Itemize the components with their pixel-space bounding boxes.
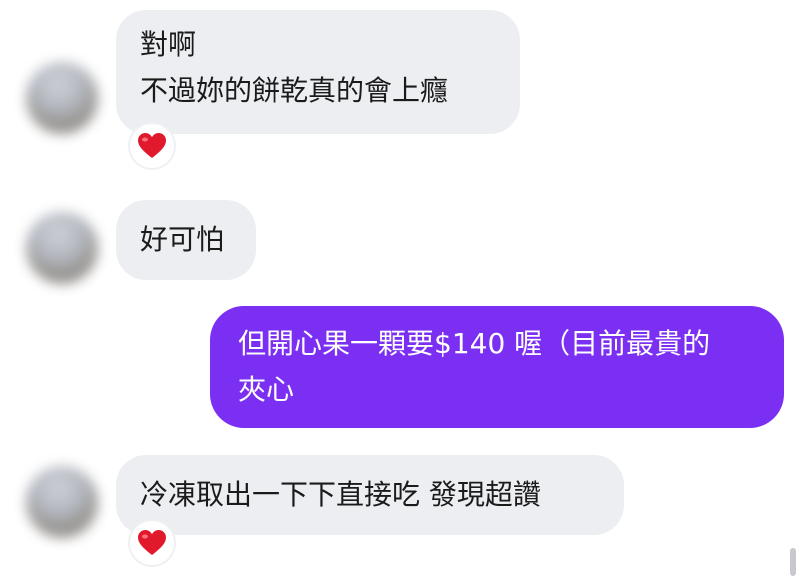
message-text: 冷凍取出一下下直接吃 發現超讚 bbox=[140, 478, 541, 511]
message-text: 夾心 bbox=[238, 373, 295, 406]
message-bubble-incoming[interactable]: 對啊 不過妳的餅乾真的會上癮 bbox=[116, 10, 520, 134]
message-bubble-incoming[interactable]: 冷凍取出一下下直接吃 發現超讚 bbox=[116, 455, 624, 535]
heart-reaction[interactable] bbox=[130, 124, 174, 168]
contact-avatar[interactable] bbox=[26, 212, 98, 284]
heart-icon bbox=[138, 133, 166, 158]
scrollbar-thumb[interactable] bbox=[790, 548, 796, 576]
message-text: 不過妳的餅乾真的會上癮 bbox=[140, 74, 449, 107]
message-text: 但開心果一顆要$140 喔（目前最貴的 bbox=[238, 327, 711, 360]
heart-reaction[interactable] bbox=[130, 521, 174, 565]
heart-icon bbox=[138, 530, 166, 555]
message-bubble-incoming[interactable]: 好可怕 bbox=[116, 200, 256, 280]
message-text: 好可怕 bbox=[140, 223, 225, 256]
contact-avatar[interactable] bbox=[26, 466, 98, 538]
message-bubble-outgoing[interactable]: 但開心果一顆要$140 喔（目前最貴的 夾心 bbox=[210, 306, 784, 428]
message-text: 對啊 bbox=[140, 28, 197, 61]
contact-avatar[interactable] bbox=[26, 62, 98, 134]
